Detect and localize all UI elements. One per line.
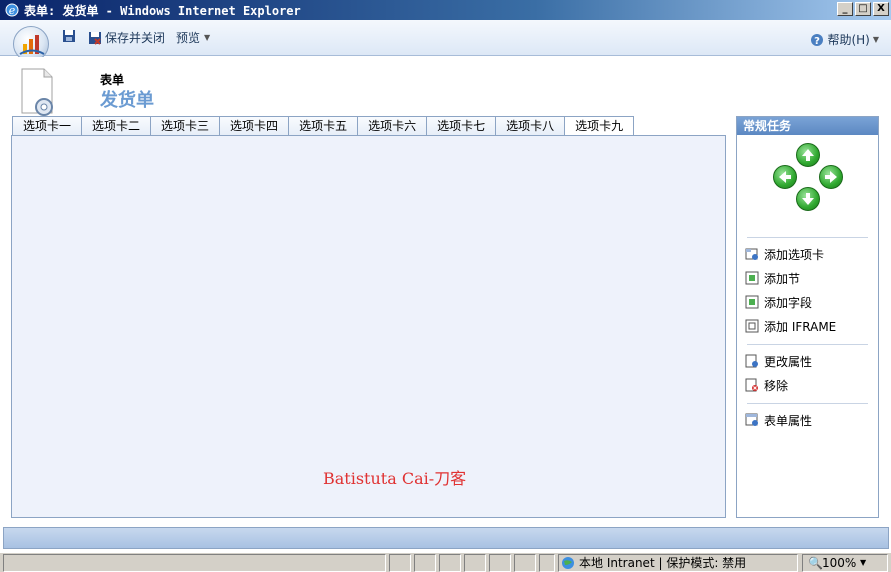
zoom-level: 100% — [822, 556, 857, 570]
chevron-down-icon: ▼ — [872, 35, 879, 44]
task-pane: 常规任务 添加选项卡 添加节 添加字段 添加 IFRAME 更改属性 移除 表单… — [736, 116, 879, 518]
tab-3[interactable]: 选项卡三 — [150, 116, 221, 135]
form-properties-icon — [745, 413, 758, 426]
form-properties-link[interactable]: 表单属性 — [737, 408, 878, 432]
remove-icon — [745, 378, 758, 392]
divider — [747, 403, 868, 404]
add-iframe-label: 添加 IFRAME — [764, 319, 837, 334]
watermark-text: Batistuta Cai-刀客 — [323, 469, 467, 488]
tab-2[interactable]: 选项卡二 — [81, 116, 152, 135]
divider — [747, 237, 868, 238]
help-label: 帮助(H) — [827, 33, 870, 47]
status-segment — [539, 554, 555, 572]
status-segment — [414, 554, 436, 572]
remove-link[interactable]: 移除 — [737, 373, 878, 397]
form-gear-icon — [21, 68, 53, 116]
svg-text:e: e — [9, 4, 16, 17]
change-properties-icon — [745, 354, 758, 368]
task-pane-title: 常规任务 — [737, 117, 878, 135]
status-segment — [489, 554, 511, 572]
status-bar: 本地 Intranet | 保护模式: 禁用 🔍 100% ▼ — [0, 552, 891, 572]
preview-menu[interactable]: 预览 ▼ — [176, 29, 210, 46]
add-field-link[interactable]: 添加字段 — [737, 290, 878, 314]
chevron-down-icon[interactable]: ▼ — [860, 555, 866, 571]
chevron-down-icon: ▼ — [204, 33, 211, 42]
form-header: 表单 发货单 — [0, 57, 891, 117]
save-button[interactable] — [62, 29, 76, 43]
arrow-right-icon[interactable] — [819, 165, 843, 189]
security-zone-label: 本地 Intranet | 保护模式: 禁用 — [579, 556, 747, 570]
add-tab-link[interactable]: 添加选项卡 — [737, 242, 878, 266]
status-message-area — [3, 554, 386, 572]
command-toolbar: 保存并关闭 预览 ▼ ? 帮助(H) ▼ — [0, 20, 891, 62]
tab-4[interactable]: 选项卡四 — [219, 116, 290, 135]
save-close-icon — [89, 31, 101, 45]
status-segment — [464, 554, 486, 572]
save-icon — [63, 30, 75, 42]
add-section-link[interactable]: 添加节 — [737, 266, 878, 290]
remove-label: 移除 — [764, 378, 789, 393]
add-iframe-icon — [745, 319, 759, 333]
add-section-icon — [745, 271, 759, 285]
change-properties-label: 更改属性 — [764, 354, 813, 369]
status-segment — [514, 554, 536, 572]
window-title: 表单: 发货单 - Windows Internet Explorer — [24, 3, 301, 18]
form-tab-strip: 选项卡一 选项卡二 选项卡三 选项卡四 选项卡五 选项卡六 选项卡七 选项卡八 … — [12, 116, 635, 136]
footer-bar — [3, 527, 889, 549]
tab-9[interactable]: 选项卡九 — [564, 116, 635, 136]
add-field-icon — [745, 295, 759, 309]
arrow-up-icon[interactable] — [796, 143, 820, 167]
save-and-close-button[interactable]: 保存并关闭 — [88, 29, 165, 46]
zoom-icon: 🔍 — [808, 556, 823, 570]
minimize-button[interactable]: _ — [837, 2, 853, 16]
window-title-bar: e 表单: 发货单 - Windows Internet Explorer _ … — [0, 0, 891, 20]
maximize-button[interactable]: □ — [855, 2, 871, 16]
move-arrows — [737, 135, 880, 233]
arrow-down-icon[interactable] — [796, 187, 820, 211]
svg-text:?: ? — [815, 36, 821, 47]
status-segment — [439, 554, 461, 572]
arrow-left-icon[interactable] — [773, 165, 797, 189]
divider — [747, 344, 868, 345]
add-iframe-link[interactable]: 添加 IFRAME — [737, 314, 878, 338]
change-properties-link[interactable]: 更改属性 — [737, 349, 878, 373]
tab-6[interactable]: 选项卡六 — [357, 116, 428, 135]
form-properties-label: 表单属性 — [764, 413, 813, 428]
tab-1[interactable]: 选项卡一 — [12, 116, 83, 135]
help-icon: ? — [811, 33, 824, 47]
globe-icon — [562, 557, 574, 569]
help-menu[interactable]: ? 帮助(H) ▼ — [810, 31, 879, 48]
tab-7[interactable]: 选项卡七 — [426, 116, 497, 135]
preview-label: 预览 — [176, 31, 201, 45]
add-field-label: 添加字段 — [764, 295, 813, 310]
tab-8[interactable]: 选项卡八 — [495, 116, 566, 135]
internet-explorer-icon: e — [5, 3, 19, 17]
add-section-label: 添加节 — [764, 271, 801, 286]
save-and-close-label: 保存并关闭 — [105, 31, 166, 45]
add-tab-label: 添加选项卡 — [764, 247, 825, 262]
status-segment — [389, 554, 411, 572]
add-tab-icon — [745, 248, 758, 260]
page-title: 发货单 — [100, 90, 154, 111]
close-button[interactable]: X — [873, 2, 889, 16]
tab-5[interactable]: 选项卡五 — [288, 116, 359, 135]
form-content-panel — [11, 135, 726, 518]
